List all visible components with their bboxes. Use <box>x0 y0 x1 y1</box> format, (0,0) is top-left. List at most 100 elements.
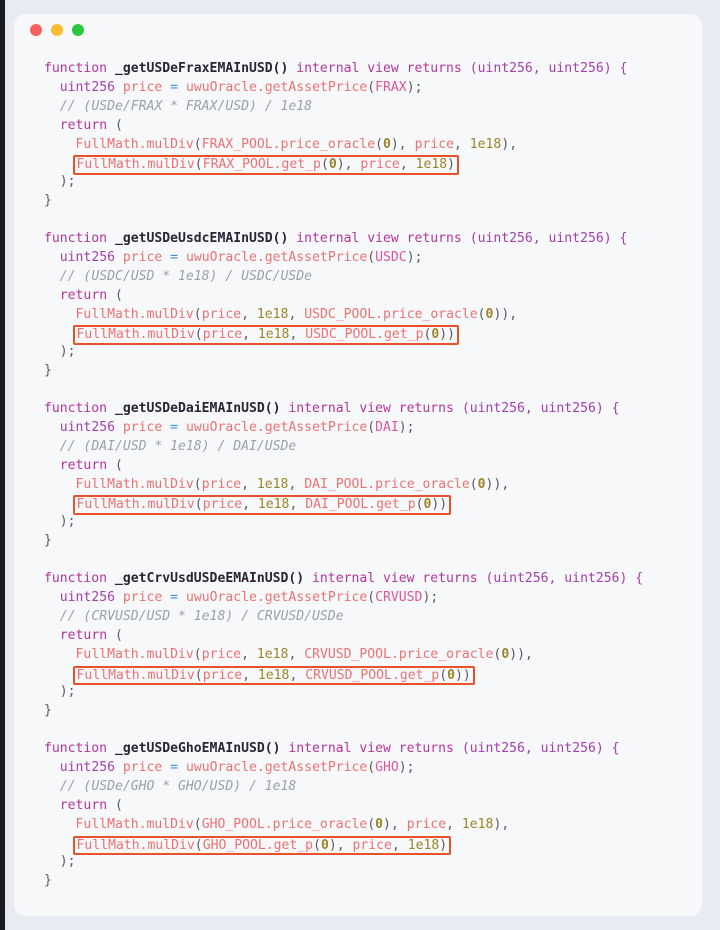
annotation-highlight-box: FullMath.mulDiv(FRAX_POOL.get_p(0), pric… <box>72 155 460 175</box>
asset-constant: GHO <box>375 759 399 775</box>
close-brace: } <box>44 703 52 719</box>
scale-literal: 1e18 <box>469 136 502 152</box>
declaration-variable: price <box>114 249 163 265</box>
function-signature-line: function _getUSDeDaiEMAInUSD() internal … <box>44 400 702 419</box>
declaration-variable: price <box>114 79 163 95</box>
declaration-type: uint256 <box>59 249 115 265</box>
scale-literal: 1e18 <box>256 306 289 322</box>
function-name: _getUSDeGhoEMAInUSD() <box>107 741 281 757</box>
open-paren: ( <box>367 249 376 265</box>
scale-literal: 1e18 <box>415 157 448 173</box>
open-paren: ( <box>107 797 123 813</box>
open-paren: ( <box>107 117 123 133</box>
comma: , <box>501 476 510 492</box>
function-keyword: function <box>44 231 108 247</box>
comma: , <box>288 306 305 322</box>
mulDiv-call: FullMath.mulDiv <box>75 816 194 832</box>
close-paren-semicolon: ); <box>59 684 76 700</box>
function-keyword: function <box>44 571 108 587</box>
function-keyword: function <box>44 401 108 417</box>
close-paren: ); <box>398 419 415 435</box>
price-arg: price <box>202 497 243 513</box>
return-close-line: ); <box>44 343 702 362</box>
oracle-call: uwuOracle.getAssetPrice <box>185 419 368 435</box>
close-paren-semicolon: ); <box>59 854 76 870</box>
price-arg: price <box>201 476 242 492</box>
mulDiv-call: FullMath.mulDiv <box>76 837 195 853</box>
open-paren: ( <box>194 667 203 683</box>
open-paren: ( <box>367 419 376 435</box>
return-keyword: return <box>59 627 108 643</box>
maximize-window-button[interactable] <box>72 24 84 36</box>
variable-declaration-line: uint256 price = uwuOracle.getAssetPrice(… <box>44 589 702 608</box>
zero-literal: 0 <box>477 476 486 492</box>
mulDiv-call: FullMath.mulDiv <box>76 667 195 683</box>
pool-method: GHO_POOL.price_oracle <box>201 816 368 832</box>
comma: , <box>289 327 306 343</box>
function-name: _getCrvUsdUSDeEMAInUSD() <box>107 571 305 587</box>
scale-literal: 1e18 <box>256 646 289 662</box>
get-p-line-highlighted: FullMath.mulDiv(FRAX_POOL.get_p(0), pric… <box>44 154 702 175</box>
close-paren: ); <box>406 79 423 95</box>
return-close-line: ); <box>44 683 702 702</box>
variable-declaration-line: uint256 price = uwuOracle.getAssetPrice(… <box>44 759 702 778</box>
formula-comment: // (CRVUSD/USD * 1e18) / CRVUSD/USDe <box>59 608 344 624</box>
price-oracle-line: FullMath.mulDiv(price, 1e18, CRVUSD_POOL… <box>44 646 702 665</box>
open-paren: ( <box>313 837 321 853</box>
zero-literal: 0 <box>320 837 329 853</box>
function-returns: (uint256, uint256) { <box>469 231 628 247</box>
price-oracle-line: FullMath.mulDiv(GHO_POOL.price_oracle(0)… <box>44 816 702 835</box>
assignment-operator: = <box>162 759 186 775</box>
annotation-highlight-box: FullMath.mulDiv(price, 1e18, USDC_POOL.g… <box>72 325 460 345</box>
function-keyword: function <box>44 61 108 76</box>
close-brace: } <box>44 193 52 209</box>
assignment-operator: = <box>162 249 186 265</box>
comma: , <box>501 816 510 832</box>
asset-constant: USDC <box>375 249 407 265</box>
price-oracle-line: FullMath.mulDiv(price, 1e18, DAI_POOL.pr… <box>44 476 702 495</box>
declaration-type: uint256 <box>59 589 115 605</box>
return-open-line: return ( <box>44 117 702 136</box>
return-open-line: return ( <box>44 457 702 476</box>
asset-constant: FRAX <box>375 79 407 95</box>
close-paren: ); <box>398 759 415 775</box>
minimize-window-button[interactable] <box>51 24 63 36</box>
formula-comment: // (USDe/FRAX * FRAX/USD) / 1e18 <box>59 98 313 114</box>
get-p-line-highlighted: FullMath.mulDiv(price, 1e18, CRVUSD_POOL… <box>44 665 702 685</box>
comma: , <box>509 136 518 152</box>
mulDiv-call: FullMath.mulDiv <box>76 157 195 173</box>
close-paren: ); <box>406 249 423 265</box>
pool-method: USDC_POOL.get_p <box>305 327 424 343</box>
function-modifiers: internal view returns <box>280 741 462 757</box>
close-window-button[interactable] <box>30 24 42 36</box>
return-close-line: ); <box>44 853 702 872</box>
comma: , <box>344 157 361 173</box>
assignment-operator: = <box>162 589 186 605</box>
mulDiv-call: FullMath.mulDiv <box>75 476 194 492</box>
price-arg: price <box>360 157 400 173</box>
oracle-call: uwuOracle.getAssetPrice <box>185 249 368 265</box>
function-close-brace-line: } <box>44 872 702 891</box>
pool-method: FRAX_POOL.price_oracle <box>201 136 376 152</box>
return-open-line: return ( <box>44 287 702 306</box>
comma: , <box>336 837 353 853</box>
open-paren: ( <box>367 79 376 95</box>
code-block[interactable]: function _getUSDeFraxEMAInUSD() internal… <box>14 46 702 891</box>
oracle-call: uwuOracle.getAssetPrice <box>185 79 368 95</box>
pool-method: CRVUSD_POOL.get_p <box>305 667 440 683</box>
return-keyword: return <box>59 797 108 813</box>
